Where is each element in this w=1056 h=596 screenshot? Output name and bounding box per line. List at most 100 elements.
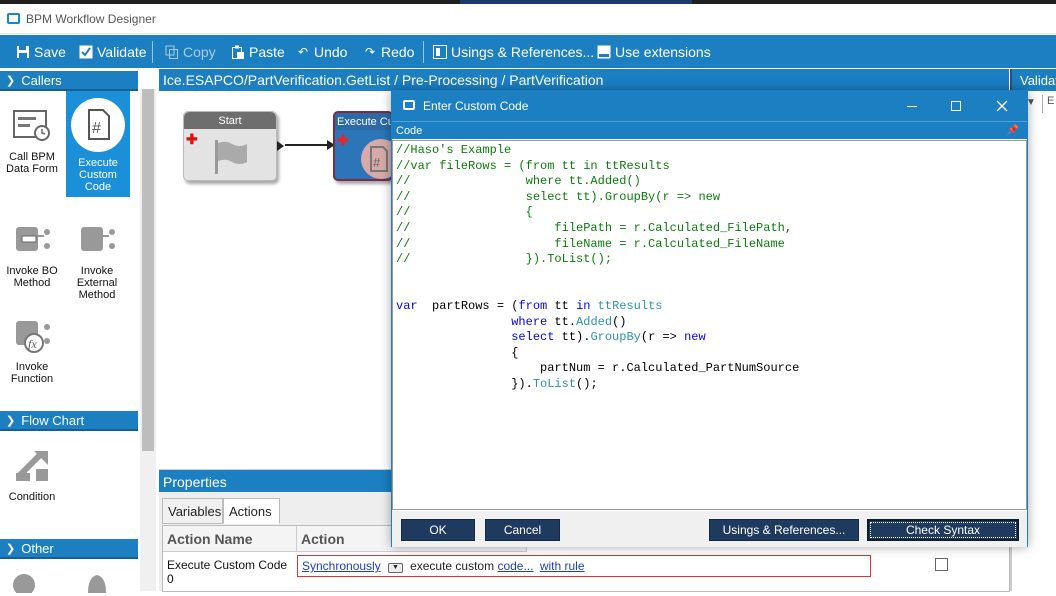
minimize-button[interactable]	[894, 95, 930, 117]
code-text[interactable]: //Haso's Example //var fileRows = (from …	[396, 143, 1026, 393]
callers-section-header[interactable]: ❯ Callers	[0, 71, 138, 91]
svg-text:#: #	[92, 120, 101, 137]
dialog-footer: OK Cancel Usings & References... Check S…	[392, 511, 1027, 547]
flag-icon	[214, 140, 248, 179]
code-line: // filePath = r.Calculated_FilePath,	[396, 220, 793, 235]
synchronously-link[interactable]: Synchronously	[302, 559, 381, 573]
use-extensions-button[interactable]: Use extensions	[597, 43, 711, 61]
other-section-header[interactable]: ❯ Other	[0, 539, 138, 559]
chevron-down-icon: ❯	[6, 414, 16, 427]
validation-column-stub: E	[1042, 95, 1056, 113]
undo-label: Undo	[314, 44, 348, 60]
pin-icon[interactable]: 📌	[1007, 125, 1019, 136]
tab-actions[interactable]: Actions	[223, 498, 280, 524]
enter-custom-code-dialog: Enter Custom Code Code 📌 //Haso's Exampl…	[391, 90, 1028, 547]
copy-icon	[165, 45, 179, 59]
usings-references-button[interactable]: Usings & References...	[433, 43, 594, 61]
action-rule-cell: Synchronously ▼ execute custom code... w…	[297, 555, 871, 577]
paste-button[interactable]: Paste	[231, 43, 285, 61]
toolbar-separator	[423, 41, 424, 63]
tool-execute-custom-code[interactable]: # Execute Custom Code	[66, 91, 130, 197]
window-icon	[403, 100, 415, 110]
bell-icon[interactable]	[84, 571, 110, 596]
validation-pane-header: Validat	[1010, 69, 1056, 91]
action-name-cell: Execute Custom Code 0	[167, 558, 288, 586]
condition-icon	[10, 443, 54, 487]
tool-call-bpm-data-form[interactable]: Call BPM Data Form	[2, 103, 62, 175]
close-button[interactable]	[984, 95, 1020, 117]
globe-icon[interactable]	[12, 571, 38, 596]
validate-button[interactable]: Validate	[79, 43, 147, 61]
code-line: var partRows = (from tt in ttResults	[396, 298, 663, 313]
redo-icon: ↷	[364, 45, 376, 59]
toolbox-pane: ❯ Callers Call BPM Data Form # Execute C…	[0, 69, 158, 596]
flowchart-section-header[interactable]: ❯ Flow Chart	[0, 411, 138, 431]
code-link[interactable]: code...	[497, 559, 533, 573]
svg-text:fx: fx	[28, 337, 37, 351]
save-label: Save	[34, 44, 66, 60]
code-header-label: Code	[396, 125, 423, 137]
paste-icon	[231, 45, 245, 59]
chevron-down-icon: ❯	[6, 74, 16, 87]
tab-variables[interactable]: Variables	[162, 498, 223, 524]
connector-line	[285, 144, 327, 146]
usings-references-dialog-button[interactable]: Usings & References...	[709, 519, 859, 541]
tool-invoke-bo-method[interactable]: Invoke BO Method	[2, 217, 62, 289]
tool-label: Invoke External Method	[76, 265, 118, 301]
tool-label: Condition	[8, 491, 56, 503]
references-icon	[433, 45, 447, 59]
extensions-icon	[597, 45, 611, 59]
action-enabled-checkbox[interactable]	[935, 558, 948, 571]
breadcrumb: Ice.ESAPCO/PartVerification.GetList / Pr…	[159, 69, 1009, 91]
toolbar-separator	[152, 41, 153, 63]
svg-text:#: #	[373, 155, 381, 170]
undo-button[interactable]: ↶ Undo	[296, 43, 348, 61]
tool-invoke-external-method[interactable]: Invoke External Method	[67, 217, 127, 301]
add-icon[interactable]: ✚	[186, 131, 198, 148]
code-line: // fileName = r.Calculated_FileName	[396, 236, 785, 251]
ok-button[interactable]: OK	[401, 519, 475, 541]
code-line: //Haso's Example	[396, 143, 512, 157]
toolbar: Save Validate Copy Paste ↶ Undo ↷ Redo U…	[0, 35, 1056, 68]
add-icon[interactable]: ✚	[337, 132, 349, 149]
custom-code-icon: #	[70, 97, 126, 153]
other-label: Other	[21, 540, 54, 556]
callers-label: Callers	[21, 72, 62, 88]
cancel-button[interactable]: Cancel	[485, 519, 560, 541]
column-header-action-name[interactable]: Action Name	[163, 526, 297, 552]
chevron-down-icon: ❯	[6, 542, 16, 555]
action-middle-text: execute custom	[410, 559, 495, 573]
close-icon	[996, 100, 1008, 112]
tool-invoke-function[interactable]: fx Invoke Function	[2, 313, 62, 385]
minimize-icon	[907, 106, 917, 107]
code-line: {	[396, 345, 519, 360]
code-line: // where tt.Added()	[396, 174, 641, 189]
execute-custom-code-node[interactable]: Execute Cus ✚ #	[333, 111, 393, 181]
save-button[interactable]: Save	[16, 43, 66, 61]
maximize-button[interactable]	[938, 95, 974, 117]
code-line: //var fileRows = (from tt in ttResults	[396, 158, 670, 173]
check-syntax-button[interactable]: Check Syntax	[867, 519, 1019, 541]
dropdown-chevron-icon[interactable]: ▼	[388, 563, 403, 573]
start-output-port[interactable]	[277, 141, 284, 151]
toolbox-scrollbar[interactable]	[140, 89, 156, 591]
dialog-title-bar[interactable]: Enter Custom Code	[392, 91, 1027, 121]
title-bar: BPM Workflow Designer	[0, 4, 1056, 34]
app-icon	[7, 13, 20, 24]
undo-icon: ↶	[297, 45, 309, 59]
copy-button[interactable]: Copy	[165, 43, 216, 61]
data-form-icon	[10, 103, 54, 147]
scrollbar-thumb[interactable]	[142, 89, 154, 451]
tool-condition[interactable]: Condition	[2, 443, 62, 503]
code-editor[interactable]: //Haso's Example //var fileRows = (from …	[392, 140, 1027, 510]
validate-label: Validate	[97, 44, 147, 60]
paste-label: Paste	[249, 44, 285, 60]
start-node-title: Start	[184, 112, 276, 129]
code-line: // select tt).GroupBy(r => new	[396, 189, 721, 204]
redo-button[interactable]: ↷ Redo	[363, 43, 415, 61]
code-line: where tt.Added()	[511, 314, 627, 329]
start-node[interactable]: Start ✚	[183, 111, 284, 181]
code-line: partNum = r.Calculated_PartNumSource	[396, 361, 800, 376]
with-rule-link[interactable]: with rule	[540, 559, 585, 573]
tool-label: Call BPM Data Form	[6, 151, 58, 175]
